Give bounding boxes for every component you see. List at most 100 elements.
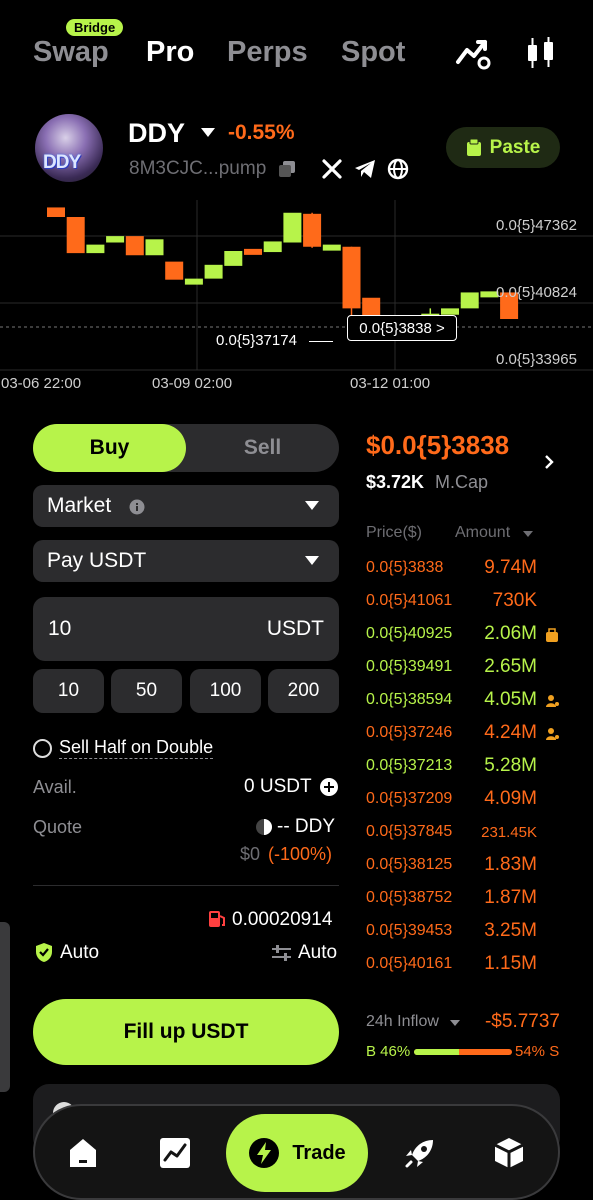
gas-pump-icon bbox=[209, 911, 225, 927]
sell-half-label[interactable]: Sell Half on Double bbox=[59, 737, 214, 759]
side-drawer-handle[interactable] bbox=[0, 922, 10, 1092]
price-label-low: 0.0{5}33965 bbox=[496, 351, 577, 368]
tab-spot[interactable]: Spot bbox=[341, 36, 405, 69]
orderbook-price: 0.0{5}39453 bbox=[366, 922, 453, 939]
candle bbox=[303, 213, 322, 247]
low-price-marker: 0.0{5}37174 bbox=[216, 332, 297, 349]
orderbook-amount: 1.15M bbox=[484, 953, 537, 974]
tab-perps[interactable]: Perps bbox=[227, 36, 308, 69]
chevron-right-icon[interactable] bbox=[543, 454, 555, 470]
candle bbox=[263, 241, 282, 253]
auto-mev-value[interactable]: Auto bbox=[60, 942, 99, 964]
order-type-value: Market bbox=[47, 494, 112, 517]
paste-button[interactable]: Paste bbox=[446, 127, 560, 168]
time-label-2: 03-09 02:00 bbox=[152, 375, 233, 392]
pay-token-value: Pay USDT bbox=[47, 549, 147, 572]
amount-input[interactable]: 10 USDT bbox=[33, 597, 339, 661]
x-icon[interactable] bbox=[322, 159, 342, 179]
sell-half-radio[interactable] bbox=[33, 739, 52, 758]
clipboard-icon bbox=[466, 138, 481, 156]
bridge-badge: Bridge bbox=[66, 19, 124, 36]
orderbook-price: 0.0{5}39491 bbox=[366, 658, 453, 675]
col-amount-header[interactable]: Amount bbox=[455, 524, 510, 542]
shield-check-icon bbox=[36, 943, 52, 962]
price-label-high: 0.0{5}47362 bbox=[496, 217, 577, 234]
cube-icon[interactable] bbox=[492, 1136, 526, 1170]
orderbook-price: 0.0{5}37209 bbox=[366, 790, 453, 807]
mcap-value: $3.72K bbox=[366, 472, 425, 492]
sliders-icon bbox=[272, 945, 291, 961]
orderbook-amount: 5.28M bbox=[484, 755, 537, 776]
tab-pro[interactable]: Pro bbox=[146, 36, 194, 69]
candle bbox=[106, 236, 125, 243]
loading-icon bbox=[256, 819, 272, 835]
time-label-1: 03-06 22:00 bbox=[1, 375, 82, 392]
preset-button-200[interactable]: 200 bbox=[268, 669, 339, 713]
orderbook-price: 0.0{5}38125 bbox=[366, 856, 453, 873]
preset-button-50[interactable]: 50 bbox=[111, 669, 182, 713]
candle bbox=[362, 297, 381, 317]
token-address: 8M3CJC...pump bbox=[129, 158, 267, 179]
candle bbox=[342, 246, 361, 309]
orderbook-price: 0.0{5}38594 bbox=[366, 691, 453, 708]
divider bbox=[33, 885, 339, 886]
inflow-value: -$5.7737 bbox=[484, 1011, 560, 1032]
orderbook-amount: 9.74M bbox=[484, 557, 537, 578]
tab-swap[interactable]: Swap bbox=[33, 36, 109, 69]
orderbook-amount: 1.83M bbox=[484, 854, 537, 875]
mcap-label: M.Cap bbox=[435, 472, 489, 492]
pay-token-select[interactable]: Pay USDT bbox=[33, 540, 339, 582]
quote-pct: (-100%) bbox=[268, 844, 333, 864]
preset-button-100[interactable]: 100 bbox=[190, 669, 261, 713]
orderbook-amount: 2.06M bbox=[484, 623, 537, 644]
orderbook-amount: 3.25M bbox=[484, 920, 537, 941]
chevron-down-icon[interactable] bbox=[523, 531, 533, 537]
trade-nav-label: Trade bbox=[292, 1141, 346, 1164]
user-icon bbox=[545, 694, 559, 708]
candle bbox=[322, 244, 341, 251]
orderbook-amount: 4.05M bbox=[484, 689, 537, 710]
buy-tab[interactable]: Buy bbox=[33, 424, 186, 472]
market-chart-icon[interactable] bbox=[158, 1136, 192, 1170]
info-icon[interactable] bbox=[129, 499, 145, 515]
col-price-header: Price($) bbox=[366, 524, 423, 541]
rocket-icon[interactable] bbox=[403, 1136, 437, 1170]
avail-label: Avail. bbox=[33, 777, 77, 797]
candle bbox=[125, 236, 144, 256]
auto-slippage-value[interactable]: Auto bbox=[298, 942, 337, 964]
orderbook-price: 0.0{5}41061 bbox=[366, 592, 453, 609]
home-icon[interactable] bbox=[66, 1136, 100, 1170]
token-name[interactable]: DDY bbox=[128, 118, 185, 149]
preset-button-10[interactable]: 10 bbox=[33, 669, 104, 713]
token-avatar: DDY bbox=[35, 114, 103, 182]
quote-label: Quote bbox=[33, 817, 83, 837]
copy-icon[interactable] bbox=[278, 160, 296, 178]
add-circle-icon[interactable] bbox=[320, 778, 338, 796]
orderbook-price: 0.0{5}38752 bbox=[366, 889, 453, 906]
candles-group bbox=[47, 207, 519, 331]
chart-trend-icon[interactable] bbox=[455, 36, 493, 70]
chevron-down-icon[interactable] bbox=[450, 1020, 460, 1026]
candle bbox=[283, 212, 302, 243]
fill-up-usdt-button[interactable]: Fill up USDT bbox=[33, 999, 339, 1065]
candle bbox=[145, 239, 164, 256]
quote-usd: $0 bbox=[240, 844, 261, 864]
globe-icon[interactable] bbox=[387, 158, 409, 180]
gas-value: 0.00020914 bbox=[232, 909, 333, 930]
token-change: -0.55% bbox=[228, 121, 295, 144]
current-price: $0.0{5}3838 bbox=[366, 430, 510, 460]
trade-nav-button[interactable]: Trade bbox=[226, 1114, 368, 1192]
inflow-bar bbox=[414, 1049, 512, 1055]
quote-value: -- DDY bbox=[277, 816, 336, 837]
order-type-select[interactable]: Market bbox=[33, 485, 339, 527]
candle bbox=[224, 251, 243, 266]
current-price-marker[interactable]: 0.0{5}3838 > bbox=[347, 315, 457, 341]
orderbook-price: 0.0{5}37246 bbox=[366, 724, 453, 741]
orderbook-amount: 730K bbox=[492, 590, 537, 611]
chevron-down-icon[interactable] bbox=[201, 128, 215, 137]
sell-tab[interactable]: Sell bbox=[186, 424, 339, 472]
telegram-icon[interactable] bbox=[354, 159, 376, 179]
amount-value[interactable]: 10 bbox=[48, 617, 71, 641]
orderbook-amount: 231.45K bbox=[481, 824, 537, 841]
candlestick-icon[interactable] bbox=[522, 36, 560, 70]
